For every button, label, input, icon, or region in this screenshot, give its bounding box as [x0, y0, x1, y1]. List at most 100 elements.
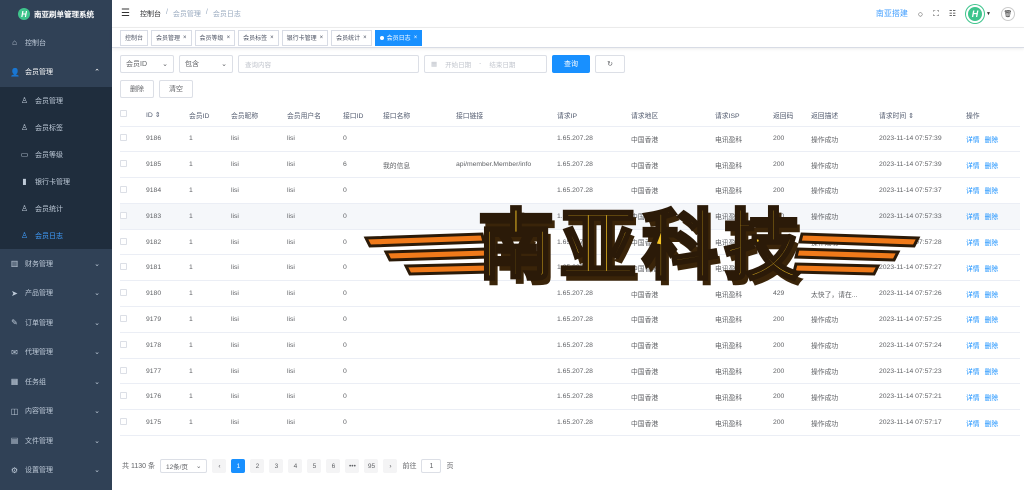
- table-row[interactable]: 9184 1 lisi lisi 0 1.65.207.28 中国香港 电讯盈科 200 操作成功…: [120, 177, 1020, 204]
- page-number-button[interactable]: 6: [326, 459, 341, 473]
- operator-select[interactable]: 包含 ⌄: [179, 54, 233, 73]
- close-icon[interactable]: ×: [363, 35, 367, 41]
- sidebar-item-settings[interactable]: ⚙ 设置管理 ⌄: [0, 456, 112, 486]
- sidebar-item-member-manage[interactable]: ♙ 会员管理: [0, 87, 112, 114]
- detail-link[interactable]: 详情: [966, 188, 980, 195]
- date-range-picker[interactable]: ▦ 开始日期 - 结束日期: [424, 54, 547, 73]
- close-icon[interactable]: ×: [183, 35, 187, 41]
- tag-bank-card[interactable]: 银行卡管理 ×: [281, 29, 329, 46]
- app-logo[interactable]: H 南亚刷单管理系统: [0, 0, 112, 28]
- table-row[interactable]: 9179 1 lisi lisi 0 1.65.207.28 中国香港 电讯盈科 200 操作成功…: [120, 306, 1020, 333]
- table-row[interactable]: 9176 1 lisi lisi 0 1.65.207.28 中国香港 电讯盈科 200 操作成功…: [120, 383, 1020, 411]
- next-page-button[interactable]: ›: [383, 459, 398, 473]
- delete-link[interactable]: 删除: [985, 421, 999, 428]
- close-icon[interactable]: ×: [270, 35, 274, 41]
- delete-link[interactable]: 删除: [985, 395, 999, 402]
- detail-link[interactable]: 详情: [966, 292, 980, 299]
- sidebar-item-task-group[interactable]: ▦ 任务组 ⌄: [0, 367, 112, 397]
- detail-link[interactable]: 详情: [966, 317, 980, 324]
- goto-page-input[interactable]: 1: [421, 459, 442, 473]
- delete-link[interactable]: 删除: [985, 137, 999, 144]
- table-row[interactable]: 9175 1 lisi lisi 0 1.65.207.28 中国香港 电讯盈科 200 操作成功…: [120, 409, 1020, 437]
- close-icon[interactable]: ×: [320, 35, 324, 41]
- row-checkbox[interactable]: [120, 392, 127, 400]
- sidebar-item-bank-card[interactable]: ▮ 银行卡管理: [0, 168, 112, 195]
- page-number-button[interactable]: 95: [364, 459, 379, 473]
- field-select[interactable]: 会员ID ⌄: [120, 54, 174, 73]
- delete-link[interactable]: 删除: [985, 214, 999, 221]
- delete-link[interactable]: 删除: [985, 240, 999, 247]
- sidebar-item-finance[interactable]: ▥ 财务管理 ⌄: [0, 249, 112, 279]
- detail-link[interactable]: 详情: [966, 343, 980, 350]
- delete-link[interactable]: 删除: [985, 292, 999, 299]
- page-number-button[interactable]: 4: [288, 459, 303, 473]
- table-row[interactable]: 9180 1 lisi lisi 0 1.65.207.28 中国香港 电讯盈科 429 太快了，…: [120, 280, 1020, 308]
- row-checkbox[interactable]: [120, 289, 127, 297]
- row-checkbox[interactable]: [120, 263, 127, 271]
- sidebar-item-member-log[interactable]: ♙ 会员日志: [0, 222, 112, 249]
- sidebar-item-member-tag[interactable]: ♙ 会员标签: [0, 114, 112, 141]
- detail-link[interactable]: 详情: [966, 163, 980, 170]
- clear-button[interactable]: 清空: [159, 80, 193, 98]
- brand-link[interactable]: 南亚搭建: [876, 8, 908, 19]
- prev-page-button[interactable]: ‹: [212, 459, 227, 473]
- detail-link[interactable]: 详情: [966, 266, 980, 273]
- sidebar-item-member-level[interactable]: ▭ 会员等级: [0, 141, 112, 168]
- detail-link[interactable]: 详情: [966, 395, 980, 402]
- row-checkbox[interactable]: [120, 211, 127, 219]
- delete-link[interactable]: 删除: [985, 188, 999, 195]
- table-row[interactable]: 9181 1 lisi lisi 0 1.65.207.28 中国香港 电讯盈科 200 操作成功…: [120, 254, 1020, 282]
- select-all-checkbox[interactable]: [120, 110, 127, 118]
- sidebar-item-member-stats[interactable]: ♙ 会员统计: [0, 195, 112, 222]
- detail-link[interactable]: 详情: [966, 369, 980, 376]
- row-checkbox[interactable]: [120, 340, 127, 348]
- sidebar-item-console[interactable]: ⌂ 控制台: [0, 28, 112, 58]
- row-checkbox[interactable]: [120, 366, 127, 374]
- page-number-button[interactable]: 2: [250, 459, 265, 473]
- delete-link[interactable]: 删除: [985, 163, 999, 170]
- tag-member-level[interactable]: 会员等级 ×: [194, 29, 236, 46]
- tag-console[interactable]: 控制台: [120, 29, 149, 46]
- delete-link[interactable]: 删除: [985, 317, 999, 324]
- hamburger-icon[interactable]: ☰: [121, 8, 130, 19]
- close-icon[interactable]: ×: [227, 35, 231, 41]
- table-row[interactable]: 9186 1 lisi lisi 0 1.65.207.28 中国香港 电讯盈科 200 操作成功…: [120, 126, 1020, 153]
- delete-link[interactable]: 删除: [985, 369, 999, 376]
- avatar[interactable]: H: [966, 4, 985, 23]
- detail-link[interactable]: 详情: [966, 240, 980, 247]
- table-row[interactable]: 9177 1 lisi lisi 0 1.65.207.28 中国香港 电讯盈科 200 操作成功…: [120, 358, 1020, 385]
- sidebar-item-order[interactable]: ✎ 订单管理 ⌄: [0, 308, 112, 338]
- row-checkbox[interactable]: [120, 160, 127, 168]
- table-row[interactable]: 9183 1 lisi lisi 0 1.65.207.28 中国香港 电讯盈科 200 操作成功…: [120, 203, 1020, 230]
- trash-icon[interactable]: 🗑: [1001, 6, 1015, 21]
- row-checkbox[interactable]: [120, 185, 127, 193]
- breadcrumb-item[interactable]: 控制台: [140, 9, 161, 19]
- page-number-button[interactable]: •••: [345, 459, 360, 473]
- table-row[interactable]: 9178 1 lisi lisi 0 1.65.207.28 中国香港 电讯盈科 200 操作成功…: [120, 332, 1020, 359]
- refresh-button[interactable]: ↻: [595, 54, 625, 73]
- tag-member-log[interactable]: 会员日志 ×: [374, 29, 423, 46]
- settings-slider-icon[interactable]: ☷: [949, 9, 956, 18]
- sidebar-item-agent[interactable]: ✉ 代理管理 ⌄: [0, 338, 112, 368]
- delete-link[interactable]: 删除: [985, 266, 999, 273]
- fullscreen-icon[interactable]: ⛶: [933, 9, 939, 19]
- close-icon[interactable]: ×: [414, 35, 418, 41]
- tag-member-tag[interactable]: 会员标签 ×: [238, 29, 279, 46]
- page-size-select[interactable]: 12条/页 ⌄: [159, 459, 208, 473]
- tag-member-manage[interactable]: 会员管理 ×: [151, 29, 192, 46]
- search-button[interactable]: 查询: [552, 54, 590, 73]
- sidebar-item-file[interactable]: ▤ 文件管理 ⌄: [0, 426, 112, 456]
- row-checkbox[interactable]: [120, 418, 127, 426]
- sidebar-item-content[interactable]: ◫ 内容管理 ⌄: [0, 397, 112, 427]
- detail-link[interactable]: 详情: [966, 137, 980, 144]
- delete-link[interactable]: 删除: [985, 343, 999, 350]
- sidebar-item-member[interactable]: 👤 会员管理 ⌃: [0, 58, 112, 88]
- row-checkbox[interactable]: [120, 314, 127, 322]
- row-checkbox[interactable]: [120, 134, 127, 142]
- sort-icon[interactable]: ⇕: [155, 112, 161, 119]
- page-number-button[interactable]: 1: [231, 459, 246, 473]
- col-time[interactable]: 请求时间 ⇕: [879, 104, 966, 127]
- table-row[interactable]: 9185 1 lisi lisi 6 我的信息 api/member.Member/info…: [120, 151, 1020, 179]
- col-id[interactable]: ID ⇕: [146, 104, 189, 127]
- row-checkbox[interactable]: [120, 237, 127, 245]
